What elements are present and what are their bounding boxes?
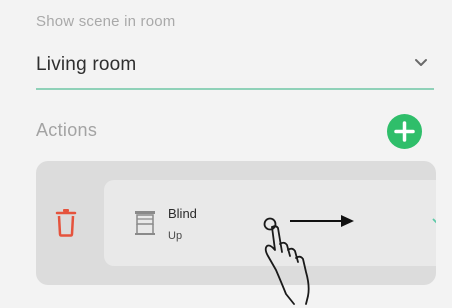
add-action-button[interactable] [387, 114, 422, 149]
action-name: Blind [168, 206, 197, 221]
plus-icon [394, 121, 415, 142]
trash-icon [55, 209, 77, 237]
chevron-down-icon[interactable] [432, 218, 436, 226]
action-card: Blind Up [36, 161, 436, 285]
room-field-label: Show scene in room [36, 13, 176, 30]
scene-settings-screen: Show scene in room Living room Actions B… [0, 0, 452, 308]
room-select-value: Living room [36, 54, 137, 75]
hand-pointer-icon [263, 217, 310, 305]
room-select[interactable]: Living room [36, 44, 434, 90]
chevron-down-icon [415, 59, 427, 66]
actions-section-title: Actions [36, 120, 98, 140]
action-state: Up [168, 230, 183, 242]
blind-icon [135, 211, 155, 235]
delete-action-button[interactable] [54, 207, 78, 237]
